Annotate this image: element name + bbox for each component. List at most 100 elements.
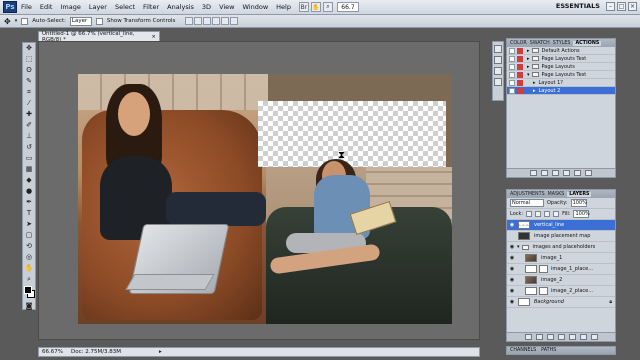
tab-styles[interactable]: STYLES [553,41,571,46]
layer-mask-thumbnail[interactable] [539,265,548,273]
navigator-panel-icon[interactable] [494,56,502,64]
expand-triangle-icon[interactable]: ▸ [533,88,536,94]
expand-triangle-icon[interactable]: ▾ [517,244,520,250]
dialog-toggle-icon[interactable] [517,47,523,54]
layer-style-icon[interactable] [535,334,543,340]
zoom-tool-icon[interactable]: ⌕ [23,274,35,284]
3d-rotate-tool-icon[interactable]: ⟲ [23,241,35,251]
new-group-icon[interactable] [568,334,576,340]
transform-controls-checkbox[interactable] [95,17,103,25]
action-row-selected[interactable]: ▸ Layout 2 [507,87,615,95]
eye-icon[interactable]: ◉ [509,266,515,272]
layer-group-row[interactable]: ◉ ▾ images and placeholders [507,242,615,253]
new-set-icon[interactable] [563,170,570,176]
lasso-tool-icon[interactable]: ʘ [23,65,35,75]
document-tab[interactable]: Untitled-1 @ 66.7% (vertical_line, RGB/8… [38,31,160,43]
zoom-level-field[interactable]: 66.7 [336,2,359,12]
eye-icon[interactable]: ◉ [509,288,515,294]
tab-channels[interactable]: CHANNELS [510,348,536,353]
expand-triangle-icon[interactable]: ▸ [527,64,530,70]
hand-icon[interactable]: ✋ [310,2,321,12]
eye-icon[interactable]: ◉ [509,222,515,228]
move-tool-icon[interactable]: ✥ [23,43,35,53]
trash-icon[interactable] [590,334,598,340]
eye-icon[interactable]: ◉ [509,244,515,250]
eraser-tool-icon[interactable]: ▭ [23,153,35,163]
expand-triangle-icon[interactable]: ▸ [527,48,530,54]
menu-layer[interactable]: Layer [85,3,111,11]
close-icon[interactable]: × [628,2,637,11]
menu-help[interactable]: Help [272,3,295,11]
foreground-color-swatch[interactable] [24,286,32,294]
lock-all-icon[interactable] [553,211,560,217]
action-set-row[interactable]: ▾ Page Layouts Test [507,71,615,79]
3d-orbit-tool-icon[interactable]: ◎ [23,252,35,262]
crop-tool-icon[interactable]: ⌗ [23,87,35,97]
status-menu-arrow-icon[interactable]: ▸ [159,349,162,355]
layer-row-selected[interactable]: ◉ vertical_line [507,220,615,231]
link-layers-icon[interactable] [524,334,532,340]
layer-row[interactable]: ◉ image_2_place... [507,286,615,297]
action-set-row[interactable]: ▸ Default Actions [507,47,615,55]
auto-select-checkbox[interactable] [21,17,29,25]
dialog-toggle-icon[interactable] [517,63,523,70]
layer-mask-thumbnail[interactable] [539,287,548,295]
action-toggle-checkbox[interactable] [509,47,515,54]
menu-window[interactable]: Window [239,3,273,11]
expand-triangle-icon[interactable]: ▾ [527,72,530,78]
eye-icon[interactable]: ◉ [509,299,515,305]
tab-actions[interactable]: ACTIONS [573,40,602,46]
menu-filter[interactable]: Filter [139,3,163,11]
stop-icon[interactable] [530,170,537,176]
align-left-icon[interactable] [212,17,221,25]
marquee-tool-icon[interactable]: ⬚ [23,54,35,64]
opacity-field[interactable]: 100% [570,199,587,207]
history-brush-tool-icon[interactable]: ↺ [23,142,35,152]
dialog-toggle-icon[interactable] [517,87,523,94]
clone-stamp-tool-icon[interactable]: ⊥ [23,131,35,141]
align-bottom-icon[interactable] [203,17,212,25]
dialog-toggle-icon[interactable] [517,79,523,86]
bridge-icon[interactable]: Br [298,2,309,12]
history-panel-icon[interactable] [494,45,502,53]
pen-tool-icon[interactable]: ✒ [23,197,35,207]
new-action-icon[interactable] [574,170,581,176]
zoom-tool-icon[interactable]: ⌕ [322,2,333,12]
maximize-icon[interactable]: □ [617,2,626,11]
eyedropper-tool-icon[interactable]: ⁄ [23,98,35,108]
align-right-icon[interactable] [230,17,239,25]
menu-image[interactable]: Image [56,3,84,11]
layer-row-background[interactable]: ◉ Background 🔒︎ [507,297,615,308]
align-center-icon[interactable] [221,17,230,25]
path-select-tool-icon[interactable]: ➤ [23,219,35,229]
expand-triangle-icon[interactable]: ▸ [533,80,536,86]
new-layer-icon[interactable] [579,334,587,340]
trash-icon[interactable] [585,170,592,176]
layer-row[interactable]: ◉ image_2 [507,275,615,286]
eye-icon[interactable]: ◉ [509,277,515,283]
dialog-toggle-icon[interactable] [517,71,523,78]
quick-select-tool-icon[interactable]: ✎ [23,76,35,86]
layer-row[interactable]: ◉ image_1_place... [507,264,615,275]
action-toggle-checkbox[interactable] [509,63,515,70]
blur-tool-icon[interactable]: ◆ [23,175,35,185]
hand-tool-icon[interactable]: ✋ [23,263,35,273]
dodge-tool-icon[interactable]: ● [23,186,35,196]
gradient-tool-icon[interactable]: ▦ [23,164,35,174]
tab-color[interactable]: COLOR [510,41,527,46]
adjustment-layer-icon[interactable] [557,334,565,340]
eye-icon[interactable] [509,233,515,239]
shape-tool-icon[interactable]: ▢ [23,230,35,240]
move-tool-icon[interactable]: ✥ [4,17,11,26]
tool-preset-chevron-icon[interactable]: ▾ [15,18,18,24]
type-tool-icon[interactable]: T [23,208,35,218]
lock-transparency-icon[interactable] [526,211,533,217]
menu-view[interactable]: View [215,3,238,11]
tab-masks[interactable]: MASKS [548,192,565,197]
blend-mode-dropdown[interactable]: Normal [510,199,544,207]
info-panel-icon[interactable] [494,67,502,75]
play-icon[interactable] [552,170,559,176]
healing-tool-icon[interactable]: ✚ [23,109,35,119]
tab-adjustments[interactable]: ADJUSTMENTS [510,192,545,197]
expand-triangle-icon[interactable]: ▸ [527,56,530,62]
